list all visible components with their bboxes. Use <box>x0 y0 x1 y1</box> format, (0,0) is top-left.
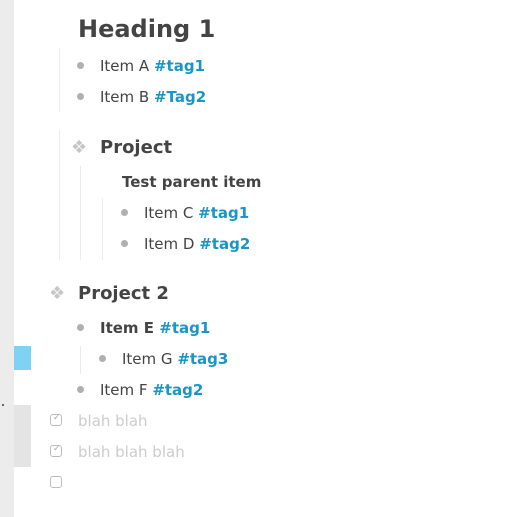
bullet-dot-icon[interactable] <box>77 324 84 331</box>
indent-guide <box>102 198 103 260</box>
list-item[interactable]: Item E #tag1 <box>100 318 210 338</box>
bullet-dot-icon[interactable] <box>99 355 106 362</box>
item-text: Item E <box>100 319 160 337</box>
indent-guide <box>80 346 81 374</box>
check-mark-icon: ✓ <box>53 413 61 423</box>
item-text: Item G <box>122 350 178 368</box>
bullet-dot-icon[interactable] <box>121 209 128 216</box>
project-title[interactable]: Project 2 <box>78 282 169 306</box>
task-text[interactable]: blah blah blah <box>78 442 185 462</box>
list-item[interactable]: Item D #tag2 <box>144 234 250 254</box>
bullet-dot-icon[interactable] <box>77 93 84 100</box>
bullet-dot-icon[interactable] <box>77 386 84 393</box>
item-text: Item C <box>144 204 199 222</box>
item-text: Item F <box>100 381 153 399</box>
completed-tasks-marker <box>14 405 31 467</box>
heading-1[interactable]: Heading 1 <box>78 14 215 44</box>
item-text: Item D <box>144 235 200 253</box>
item-text: Item B <box>100 88 154 106</box>
left-gutter <box>0 0 14 517</box>
bullet-dot-icon[interactable] <box>77 62 84 69</box>
list-item[interactable]: Item C #tag1 <box>144 203 249 223</box>
tag-link[interactable]: #tag1 <box>159 319 210 337</box>
tag-link[interactable]: #Tag2 <box>154 88 206 106</box>
item-text: Item A <box>100 57 154 75</box>
tag-link[interactable]: #tag2 <box>152 381 203 399</box>
indent-guide <box>59 130 60 260</box>
list-item[interactable]: Item F #tag2 <box>100 380 203 400</box>
checkbox-icon[interactable]: ✓ <box>50 444 62 457</box>
diamond-cluster-icon[interactable]: ❖ <box>71 136 87 160</box>
tag-link[interactable]: #tag3 <box>177 350 228 368</box>
tag-link[interactable]: #tag1 <box>154 57 205 75</box>
parent-item[interactable]: Test parent item <box>122 172 261 192</box>
tag-link[interactable]: #tag2 <box>199 235 250 253</box>
gutter-dot <box>2 404 4 406</box>
list-item[interactable]: Item G #tag3 <box>122 349 228 369</box>
indent-guide <box>80 166 81 260</box>
list-item[interactable]: Item B #Tag2 <box>100 87 206 107</box>
checkbox-icon[interactable] <box>50 476 62 488</box>
task-text[interactable]: blah blah <box>78 411 148 431</box>
bullet-dot-icon[interactable] <box>121 240 128 247</box>
diamond-cluster-icon[interactable]: ❖ <box>49 282 65 306</box>
checkbox-icon[interactable]: ✓ <box>50 413 62 426</box>
list-item[interactable]: Item A #tag1 <box>100 56 205 76</box>
project-title[interactable]: Project <box>100 136 172 160</box>
tag-link[interactable]: #tag1 <box>198 204 249 222</box>
check-mark-icon: ✓ <box>53 444 61 454</box>
selection-marker[interactable] <box>14 346 31 370</box>
indent-guide <box>59 48 60 112</box>
